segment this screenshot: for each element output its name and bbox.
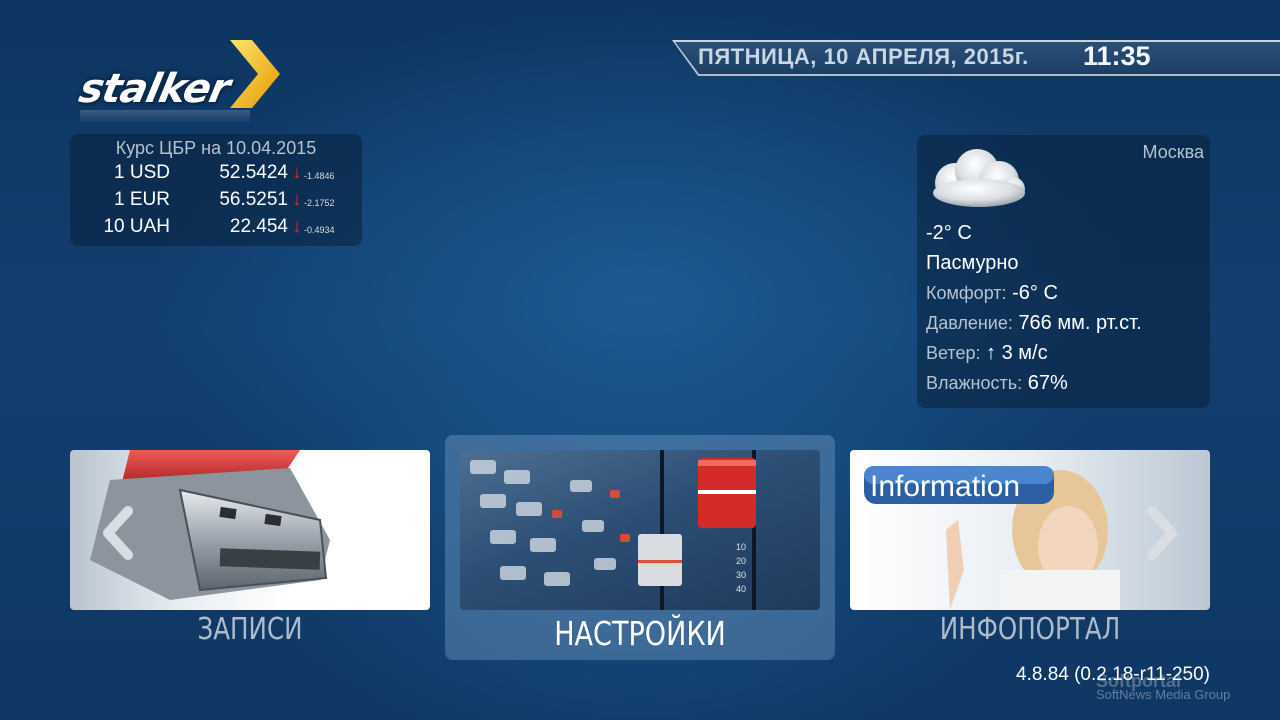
chevron-left-icon[interactable] [98, 505, 138, 561]
watermark-subtitle: SoftNews Media Group [1096, 687, 1231, 702]
svg-text:20: 20 [736, 556, 746, 566]
currency-row-usd: 1 USD 52.5424 ↓ -1.4846 [70, 162, 362, 188]
svg-text:10: 10 [736, 542, 746, 552]
down-arrow-icon: ↓ [292, 162, 302, 183]
date-time-bar: ПЯТНИЦА, 10 АПРЕЛЯ, 2015г. 11:35 [672, 40, 1280, 76]
currency-value: 22.454 [229, 216, 288, 237]
watermark: Softportal SoftNews Media Group [1096, 671, 1231, 702]
currency-value: 56.5251 [219, 189, 288, 210]
mixer-console-image: 10 20 30 40 [470, 450, 756, 610]
humidity-label: Влажность: [926, 373, 1023, 393]
currency-delta: -0.4934 [304, 225, 335, 235]
logo-reflection [80, 110, 250, 124]
logo-chevron-icon [230, 40, 280, 108]
currency-delta: -1.4846 [304, 171, 335, 181]
chevron-right-icon[interactable] [1142, 505, 1182, 561]
logo-text: stalker [75, 66, 234, 112]
comfort-label: Комфорт: [926, 283, 1007, 303]
cloud-icon [933, 149, 1025, 207]
currency-widget: Курс ЦБР на 10.04.2015 1 USD 52.5424 ↓ -… [70, 134, 362, 246]
watermark-title: Softportal [1096, 671, 1181, 691]
down-arrow-icon: ↓ [292, 216, 302, 237]
comfort-value: -6° C [1012, 282, 1058, 304]
stalker-logo: stalker [75, 38, 288, 128]
tile-label-settings[interactable]: НАСТРОЙКИ [492, 614, 787, 653]
currency-name: 1 EUR [114, 189, 170, 210]
svg-text:30: 30 [736, 570, 746, 580]
wind-label: Ветер: [926, 343, 981, 363]
tile-settings[interactable]: 10 20 30 40 [460, 450, 820, 610]
pressure-value: 766 мм. рт.ст. [1018, 312, 1142, 334]
time-text: 11:35 [1083, 41, 1151, 71]
currency-row-eur: 1 EUR 56.5251 ↓ -2.1752 [70, 189, 362, 215]
currency-name: 1 USD [114, 162, 170, 183]
currency-name: 10 UAH [103, 216, 170, 237]
weather-condition: Пасмурно [926, 252, 1019, 274]
wind-value: ↑ 3 м/с [986, 342, 1048, 364]
tile-label-infoportal[interactable]: ИНФОПОРТАЛ [882, 612, 1177, 647]
weather-city: Москва [1142, 142, 1204, 162]
weather-comfort: Комфорт: -6° C [926, 282, 1058, 305]
information-badge-text: Information [870, 470, 1020, 503]
weather-wind: Ветер: ↑ 3 м/с [926, 342, 1048, 365]
currency-value: 52.5424 [219, 162, 288, 183]
currency-title: Курс ЦБР на 10.04.2015 [115, 138, 317, 158]
date-text: ПЯТНИЦА, 10 АПРЕЛЯ, 2015г. [698, 44, 1029, 69]
humidity-value: 67% [1027, 372, 1068, 394]
tile-label-records[interactable]: ЗАПИСИ [102, 612, 397, 647]
currency-row-uah: 10 UAH 22.454 ↓ -0.4934 [70, 216, 362, 242]
weather-temperature: -2° C [926, 222, 972, 244]
down-arrow-icon: ↓ [292, 189, 302, 210]
weather-humidity: Влажность: 67% [926, 372, 1068, 395]
weather-widget: Москва -2° C Пасмурно Комфорт: -6° C Дав… [917, 135, 1210, 408]
currency-delta: -2.1752 [304, 198, 335, 208]
svg-text:40: 40 [736, 584, 746, 594]
pressure-label: Давление: [926, 313, 1013, 333]
weather-pressure: Давление: 766 мм. рт.ст. [926, 312, 1142, 335]
